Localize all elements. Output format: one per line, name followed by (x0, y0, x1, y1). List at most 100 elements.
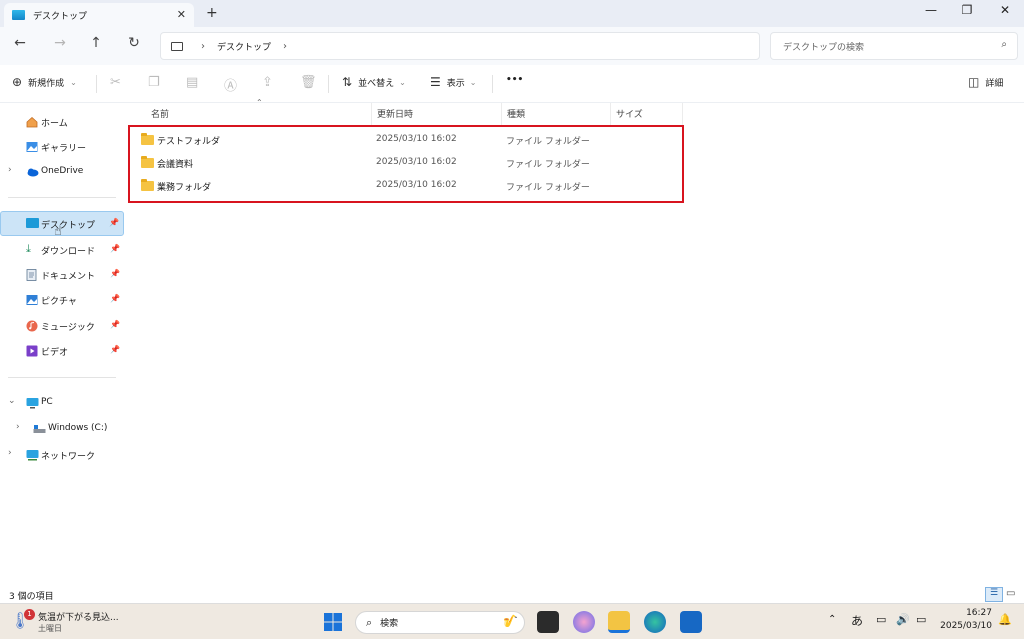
chevron-down-icon: ⌄ (70, 77, 77, 87)
chevron-right-icon[interactable]: › (8, 448, 12, 458)
cloud-icon (26, 166, 39, 178)
sort-button[interactable]: ⇅ 並べ替え ⌄ (342, 75, 406, 89)
navigation-pane: ホーム ギャラリー › OneDrive デスクトップ 📌 ☝ ⤓ ダウンロード… (0, 103, 124, 587)
tab-title: デスクトップ (33, 11, 88, 22)
details-button[interactable]: ◫ 詳細 (968, 75, 1003, 89)
hand-cursor-icon: ☝ (54, 224, 62, 239)
sidebar-item-home[interactable]: ホーム (0, 111, 124, 133)
sidebar-item-label: ホーム (41, 119, 68, 129)
search-icon: ⌕ (366, 615, 373, 629)
weather-widget[interactable]: 🌡 1 気温が下がる見込... 土曜日 (10, 609, 210, 635)
divider (96, 75, 97, 93)
sidebar-item-desktop[interactable]: デスクトップ 📌 ☝ (0, 211, 124, 239)
column-header-size[interactable]: サイズ (616, 107, 643, 120)
store-icon[interactable] (680, 611, 702, 633)
sidebar-item-onedrive[interactable]: › OneDrive (0, 161, 124, 183)
sidebar-item-label: ピクチャ (41, 297, 77, 307)
paste-icon[interactable]: ▤ (186, 75, 198, 90)
file-explorer-icon[interactable] (608, 611, 630, 633)
rename-icon[interactable]: Ⓐ (224, 75, 237, 94)
column-divider[interactable] (501, 103, 502, 125)
start-button[interactable] (323, 612, 343, 632)
sidebar-item-gallery[interactable]: ギャラリー (0, 136, 124, 158)
pin-icon[interactable]: 📌 (110, 345, 120, 354)
breadcrumb[interactable]: デスクトップ (217, 40, 271, 53)
sidebar-item-documents[interactable]: ドキュメント 📌 (0, 264, 124, 286)
picture-icon (26, 294, 38, 306)
search-input[interactable]: デスクトップの検索 ⌕ (770, 32, 1018, 60)
sidebar-item-music[interactable]: ミュージック 📌 (0, 315, 124, 337)
minimize-button[interactable]: — (914, 3, 948, 21)
chevron-up-icon[interactable]: ⌃ (828, 614, 836, 625)
sidebar-item-network[interactable]: › ネットワーク (0, 444, 124, 466)
notification-bell-icon[interactable]: 🔔 (998, 613, 1012, 626)
cut-icon[interactable]: ✂ (110, 75, 121, 90)
view-button[interactable]: ☰ 表示 ⌄ (430, 75, 476, 89)
column-header-date[interactable]: 更新日時 (377, 107, 413, 120)
sort-ascending-icon: ⌃ (256, 98, 263, 107)
ime-indicator[interactable]: あ (851, 612, 863, 629)
pin-icon[interactable]: 📌 (110, 244, 120, 253)
maximize-button[interactable]: ❐ (950, 3, 984, 21)
new-button[interactable]: ⊕ 新規作成 ⌄ (12, 75, 77, 89)
pc-icon (26, 397, 39, 409)
view-icon: ☰ (430, 75, 441, 89)
copilot-icon[interactable] (573, 611, 595, 633)
chevron-right-icon[interactable]: › (283, 41, 287, 52)
column-divider[interactable] (371, 103, 372, 125)
monitor-icon (171, 41, 183, 51)
edge-icon[interactable] (644, 611, 666, 633)
chevron-right-icon[interactable]: › (8, 165, 12, 175)
chevron-down-icon[interactable]: ⌄ (8, 396, 16, 406)
battery-icon[interactable]: ▭ (916, 613, 926, 626)
divider (328, 75, 329, 93)
close-tab-icon[interactable]: ✕ (177, 8, 186, 21)
up-button[interactable]: ↑ (84, 35, 108, 55)
drive-icon (33, 423, 46, 435)
notification-badge: 1 (24, 609, 35, 620)
sidebar-item-pc[interactable]: ⌄ PC (0, 392, 124, 414)
delete-icon[interactable]: 🗑 (300, 75, 317, 90)
taskbar-search[interactable]: ⌕ 検索 🎷 (355, 611, 525, 634)
clock-time[interactable]: 16:27 (952, 608, 992, 618)
tiles-view-icon[interactable]: ▭ (1006, 588, 1015, 599)
sidebar-item-label: ネットワーク (41, 452, 96, 462)
address-field[interactable]: › デスクトップ › (160, 32, 760, 60)
tab-desktop[interactable]: デスクトップ ✕ (4, 3, 194, 27)
pin-icon[interactable]: 📌 (109, 218, 119, 227)
task-view-icon[interactable] (537, 611, 559, 633)
sidebar-item-pictures[interactable]: ピクチャ 📌 (0, 289, 124, 311)
clock-date[interactable]: 2025/03/10 (936, 621, 992, 631)
copy-icon[interactable]: ❐ (148, 75, 160, 90)
gallery-icon (26, 141, 38, 153)
details-label: 詳細 (985, 78, 1004, 89)
pin-icon[interactable]: 📌 (110, 269, 120, 278)
more-options-button[interactable]: ••• (506, 75, 523, 85)
forward-button[interactable]: → (48, 35, 72, 55)
chevron-down-icon: ⌄ (399, 77, 406, 87)
sidebar-item-windows-c[interactable]: › Windows (C:) (0, 418, 124, 440)
new-tab-button[interactable]: + (206, 5, 218, 21)
sidebar-item-label: デスクトップ (41, 221, 96, 231)
volume-icon[interactable]: 🔊 (896, 613, 910, 626)
refresh-button[interactable]: ↻ (122, 35, 146, 55)
column-divider[interactable] (682, 103, 683, 125)
details-pane-icon: ◫ (968, 75, 980, 89)
highlight-box (128, 125, 684, 203)
column-header-name[interactable]: 名前 (151, 107, 169, 120)
share-icon[interactable]: ⇪ (262, 75, 273, 90)
back-button[interactable]: ← (8, 35, 32, 55)
sidebar-item-downloads[interactable]: ⤓ ダウンロード 📌 (0, 239, 124, 261)
display-icon[interactable]: ▭ (876, 613, 886, 626)
column-divider[interactable] (610, 103, 611, 125)
pin-icon[interactable]: 📌 (110, 294, 120, 303)
sidebar-item-videos[interactable]: ビデオ 📌 (0, 340, 124, 362)
sidebar-item-label: OneDrive (41, 166, 84, 176)
sidebar-item-label: ドキュメント (41, 272, 96, 282)
column-header-type[interactable]: 種類 (507, 107, 525, 120)
details-view-icon[interactable]: ☰ (985, 587, 1003, 602)
close-window-button[interactable]: ✕ (988, 3, 1022, 21)
pin-icon[interactable]: 📌 (110, 320, 120, 329)
search-highlight-icon: 🎷 (503, 614, 518, 628)
chevron-right-icon[interactable]: › (16, 422, 20, 432)
